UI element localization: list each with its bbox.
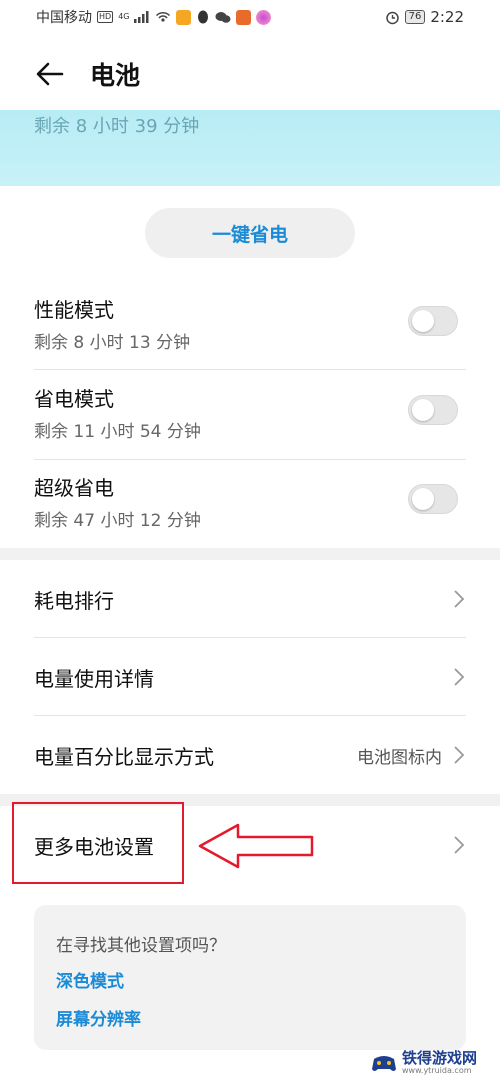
battery-banner: 剩余 8 小时 39 分钟 [0, 110, 500, 186]
toggle-knob [412, 310, 434, 332]
chevron-right-icon [454, 746, 465, 764]
suggestions-card: 在寻找其他设置项吗？ 深色模式 屏幕分辨率 [34, 905, 466, 1050]
battery-remaining-label: 剩余 8 小时 39 分钟 [34, 116, 200, 137]
list-value: 电池图标内 [357, 747, 442, 768]
hd-icon: HD [97, 11, 114, 23]
gamepad-logo-icon [372, 1056, 396, 1071]
section-gap [0, 548, 500, 560]
list-item-usage-details[interactable]: 电量使用详情 [34, 638, 466, 716]
battery-icon: 76 [404, 10, 426, 24]
suggestion-link-screen-resolution[interactable]: 屏幕分辨率 [56, 1005, 141, 1030]
status-bar: 中国移动 HD 4G 76 2:22 [0, 0, 500, 34]
performance-mode-toggle[interactable] [408, 306, 458, 336]
divider [34, 369, 466, 370]
list-label: 电量使用详情 [34, 666, 154, 691]
clock-time: 2:22 [430, 8, 464, 26]
mode-row-power-saving[interactable]: 省电模式 剩余 11 小时 54 分钟 [34, 371, 466, 461]
status-bar-right: 76 2:22 [385, 8, 464, 26]
signal-icon [134, 11, 149, 23]
suggestions-title: 在寻找其他设置项吗？ [56, 936, 226, 956]
one-tap-save-button[interactable]: 一键省电 [145, 208, 355, 258]
list-item-percentage-display[interactable]: 电量百分比显示方式 电池图标内 [34, 716, 466, 794]
wechat-icon [215, 11, 231, 23]
mode-subtitle: 剩余 8 小时 13 分钟 [34, 333, 191, 353]
mode-row-performance[interactable]: 性能模式 剩余 8 小时 13 分钟 [34, 282, 466, 372]
suggestion-link-dark-mode[interactable]: 深色模式 [56, 967, 124, 992]
mode-title: 省电模式 [34, 387, 114, 411]
power-saving-mode-toggle[interactable] [408, 395, 458, 425]
network-type-label: 4G [118, 12, 130, 21]
page-title: 电池 [90, 61, 141, 90]
app-icon [236, 9, 252, 25]
chevron-right-icon [454, 590, 465, 608]
wifi-hotspot-icon [156, 11, 171, 22]
app-icon [256, 9, 272, 25]
list-label: 电量百分比显示方式 [34, 744, 214, 769]
carrier-label: 中国移动 [36, 10, 92, 26]
status-bar-left: 中国移动 HD 4G [36, 7, 272, 27]
list-item-power-ranking[interactable]: 耗电排行 [34, 560, 466, 638]
mode-subtitle: 剩余 11 小时 54 分钟 [34, 422, 201, 442]
watermark-url: www.ytruida.com [402, 1066, 472, 1075]
alarm-icon [385, 11, 399, 24]
annotation-arrow-icon [198, 823, 314, 869]
weibo-icon [176, 9, 192, 25]
ultra-saving-mode-toggle[interactable] [408, 484, 458, 514]
chevron-right-icon [454, 836, 465, 854]
toggle-knob [412, 488, 434, 510]
watermark-text: 铁得游戏网 www.ytruida.com [402, 1051, 477, 1075]
toggle-knob [412, 399, 434, 421]
chevron-right-icon [454, 668, 465, 686]
app-header: 电池 [0, 44, 500, 104]
annotation-highlight-box [12, 802, 184, 884]
mode-subtitle: 剩余 47 小时 12 分钟 [34, 511, 201, 531]
mode-row-ultra-saving[interactable]: 超级省电 剩余 47 小时 12 分钟 [34, 460, 466, 550]
arrow-left-icon[interactable] [34, 58, 66, 90]
watermark-title: 铁得游戏网 [402, 1049, 478, 1067]
qq-icon [198, 10, 209, 23]
list-label: 耗电排行 [34, 588, 114, 613]
watermark: 铁得游戏网 www.ytruida.com [370, 1048, 496, 1078]
mode-title: 性能模式 [34, 298, 114, 322]
mode-title: 超级省电 [34, 476, 114, 500]
